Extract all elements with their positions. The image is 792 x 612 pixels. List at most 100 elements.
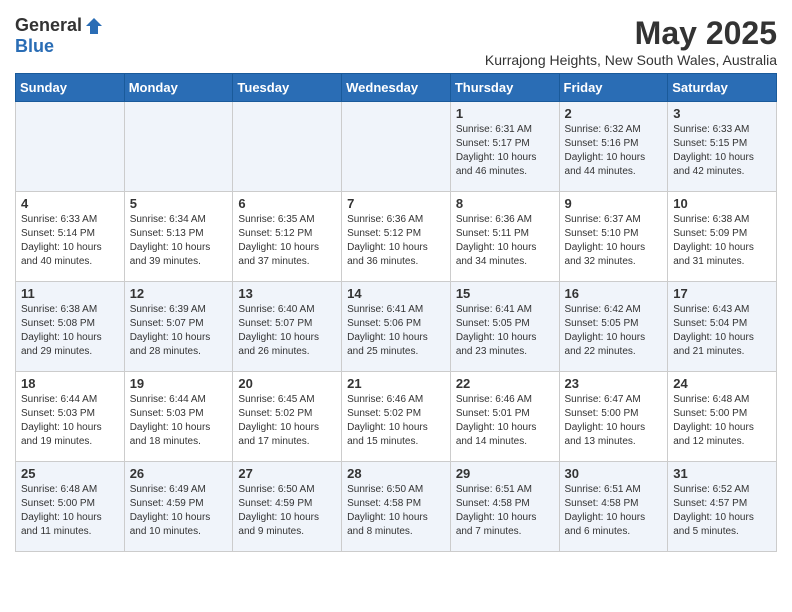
day-info: Sunrise: 6:51 AM Sunset: 4:58 PM Dayligh… <box>565 483 663 539</box>
month-year-title: May 2025 <box>485 15 777 52</box>
weekday-saturday: Saturday <box>668 74 777 102</box>
day-info: Sunrise: 6:43 AM Sunset: 5:04 PM Dayligh… <box>673 303 771 359</box>
day-info: Sunrise: 6:38 AM Sunset: 5:08 PM Dayligh… <box>21 303 119 359</box>
day-number: 22 <box>456 376 554 391</box>
day-number: 19 <box>130 376 228 391</box>
day-number: 30 <box>565 466 663 481</box>
day-info: Sunrise: 6:41 AM Sunset: 5:05 PM Dayligh… <box>456 303 554 359</box>
calendar-cell <box>124 102 233 192</box>
calendar-cell: 30 Sunrise: 6:51 AM Sunset: 4:58 PM Dayli… <box>559 462 668 552</box>
calendar-cell: 19 Sunrise: 6:44 AM Sunset: 5:03 PM Dayli… <box>124 372 233 462</box>
day-number: 8 <box>456 196 554 211</box>
day-number: 13 <box>238 286 336 301</box>
calendar-cell: 7 Sunrise: 6:36 AM Sunset: 5:12 PM Daylig… <box>342 192 451 282</box>
page-header: General Blue May 2025 Kurrajong Heights,… <box>15 15 777 68</box>
weekday-friday: Friday <box>559 74 668 102</box>
calendar-cell: 21 Sunrise: 6:46 AM Sunset: 5:02 PM Dayli… <box>342 372 451 462</box>
calendar-cell: 18 Sunrise: 6:44 AM Sunset: 5:03 PM Dayli… <box>16 372 125 462</box>
calendar-cell: 16 Sunrise: 6:42 AM Sunset: 5:05 PM Dayli… <box>559 282 668 372</box>
calendar-cell: 17 Sunrise: 6:43 AM Sunset: 5:04 PM Dayli… <box>668 282 777 372</box>
logo: General Blue <box>15 15 104 57</box>
calendar-cell: 8 Sunrise: 6:36 AM Sunset: 5:11 PM Daylig… <box>450 192 559 282</box>
location-subtitle: Kurrajong Heights, New South Wales, Aust… <box>485 52 777 68</box>
day-info: Sunrise: 6:33 AM Sunset: 5:14 PM Dayligh… <box>21 213 119 269</box>
day-info: Sunrise: 6:46 AM Sunset: 5:02 PM Dayligh… <box>347 393 445 449</box>
calendar-cell: 10Sunrise: 6:38 AM Sunset: 5:09 PM Dayli… <box>668 192 777 282</box>
weekday-monday: Monday <box>124 74 233 102</box>
calendar-cell <box>342 102 451 192</box>
day-number: 31 <box>673 466 771 481</box>
calendar-cell: 2 Sunrise: 6:32 AM Sunset: 5:16 PM Daylig… <box>559 102 668 192</box>
day-info: Sunrise: 6:42 AM Sunset: 5:05 PM Dayligh… <box>565 303 663 359</box>
day-info: Sunrise: 6:36 AM Sunset: 5:12 PM Dayligh… <box>347 213 445 269</box>
calendar-cell: 26 Sunrise: 6:49 AM Sunset: 4:59 PM Dayli… <box>124 462 233 552</box>
day-number: 24 <box>673 376 771 391</box>
calendar-cell <box>233 102 342 192</box>
day-info: Sunrise: 6:32 AM Sunset: 5:16 PM Dayligh… <box>565 123 663 179</box>
weekday-wednesday: Wednesday <box>342 74 451 102</box>
day-info: Sunrise: 6:51 AM Sunset: 4:58 PM Dayligh… <box>456 483 554 539</box>
week-row-2: 4 Sunrise: 6:33 AM Sunset: 5:14 PM Daylig… <box>16 192 777 282</box>
day-info: Sunrise: 6:37 AM Sunset: 5:10 PM Dayligh… <box>565 213 663 269</box>
day-info: Sunrise: 6:41 AM Sunset: 5:06 PM Dayligh… <box>347 303 445 359</box>
logo-general: General <box>15 15 82 36</box>
day-number: 5 <box>130 196 228 211</box>
calendar-cell: 25 Sunrise: 6:48 AM Sunset: 5:00 PM Dayli… <box>16 462 125 552</box>
calendar-cell: 5 Sunrise: 6:34 AM Sunset: 5:13 PM Daylig… <box>124 192 233 282</box>
day-info: Sunrise: 6:33 AM Sunset: 5:15 PM Dayligh… <box>673 123 771 179</box>
day-number: 25 <box>21 466 119 481</box>
calendar-cell: 6 Sunrise: 6:35 AM Sunset: 5:12 PM Daylig… <box>233 192 342 282</box>
day-info: Sunrise: 6:46 AM Sunset: 5:01 PM Dayligh… <box>456 393 554 449</box>
calendar-table: SundayMondayTuesdayWednesdayThursdayFrid… <box>15 73 777 552</box>
weekday-row: SundayMondayTuesdayWednesdayThursdayFrid… <box>16 74 777 102</box>
day-number: 28 <box>347 466 445 481</box>
day-number: 14 <box>347 286 445 301</box>
day-info: Sunrise: 6:50 AM Sunset: 4:58 PM Dayligh… <box>347 483 445 539</box>
day-info: Sunrise: 6:44 AM Sunset: 5:03 PM Dayligh… <box>130 393 228 449</box>
day-number: 23 <box>565 376 663 391</box>
calendar-cell: 4 Sunrise: 6:33 AM Sunset: 5:14 PM Daylig… <box>16 192 125 282</box>
calendar-cell: 9Sunrise: 6:37 AM Sunset: 5:10 PM Daylig… <box>559 192 668 282</box>
day-number: 6 <box>238 196 336 211</box>
day-number: 4 <box>21 196 119 211</box>
day-number: 16 <box>565 286 663 301</box>
week-row-1: 1Sunrise: 6:31 AM Sunset: 5:17 PM Daylig… <box>16 102 777 192</box>
day-number: 18 <box>21 376 119 391</box>
calendar-header: SundayMondayTuesdayWednesdayThursdayFrid… <box>16 74 777 102</box>
week-row-5: 25 Sunrise: 6:48 AM Sunset: 5:00 PM Dayli… <box>16 462 777 552</box>
day-number: 20 <box>238 376 336 391</box>
weekday-tuesday: Tuesday <box>233 74 342 102</box>
weekday-sunday: Sunday <box>16 74 125 102</box>
logo-blue: Blue <box>15 36 54 57</box>
day-info: Sunrise: 6:39 AM Sunset: 5:07 PM Dayligh… <box>130 303 228 359</box>
week-row-4: 18 Sunrise: 6:44 AM Sunset: 5:03 PM Dayli… <box>16 372 777 462</box>
day-number: 27 <box>238 466 336 481</box>
calendar-cell: 14 Sunrise: 6:41 AM Sunset: 5:06 PM Dayli… <box>342 282 451 372</box>
day-number: 7 <box>347 196 445 211</box>
day-info: Sunrise: 6:35 AM Sunset: 5:12 PM Dayligh… <box>238 213 336 269</box>
day-info: Sunrise: 6:44 AM Sunset: 5:03 PM Dayligh… <box>21 393 119 449</box>
calendar-cell: 24 Sunrise: 6:48 AM Sunset: 5:00 PM Dayli… <box>668 372 777 462</box>
day-info: Sunrise: 6:50 AM Sunset: 4:59 PM Dayligh… <box>238 483 336 539</box>
day-info: Sunrise: 6:48 AM Sunset: 5:00 PM Dayligh… <box>21 483 119 539</box>
calendar-cell: 11Sunrise: 6:38 AM Sunset: 5:08 PM Dayli… <box>16 282 125 372</box>
title-section: May 2025 Kurrajong Heights, New South Wa… <box>485 15 777 68</box>
calendar-cell: 13Sunrise: 6:40 AM Sunset: 5:07 PM Dayli… <box>233 282 342 372</box>
calendar-cell: 28 Sunrise: 6:50 AM Sunset: 4:58 PM Dayli… <box>342 462 451 552</box>
day-number: 2 <box>565 106 663 121</box>
day-info: Sunrise: 6:49 AM Sunset: 4:59 PM Dayligh… <box>130 483 228 539</box>
calendar-cell: 1Sunrise: 6:31 AM Sunset: 5:17 PM Daylig… <box>450 102 559 192</box>
day-info: Sunrise: 6:34 AM Sunset: 5:13 PM Dayligh… <box>130 213 228 269</box>
logo-icon <box>84 16 104 36</box>
weekday-thursday: Thursday <box>450 74 559 102</box>
day-number: 26 <box>130 466 228 481</box>
day-number: 17 <box>673 286 771 301</box>
calendar-cell: 23Sunrise: 6:47 AM Sunset: 5:00 PM Dayli… <box>559 372 668 462</box>
day-number: 3 <box>673 106 771 121</box>
day-number: 29 <box>456 466 554 481</box>
day-info: Sunrise: 6:36 AM Sunset: 5:11 PM Dayligh… <box>456 213 554 269</box>
calendar-cell: 3 Sunrise: 6:33 AM Sunset: 5:15 PM Daylig… <box>668 102 777 192</box>
day-info: Sunrise: 6:48 AM Sunset: 5:00 PM Dayligh… <box>673 393 771 449</box>
day-number: 21 <box>347 376 445 391</box>
day-number: 15 <box>456 286 554 301</box>
